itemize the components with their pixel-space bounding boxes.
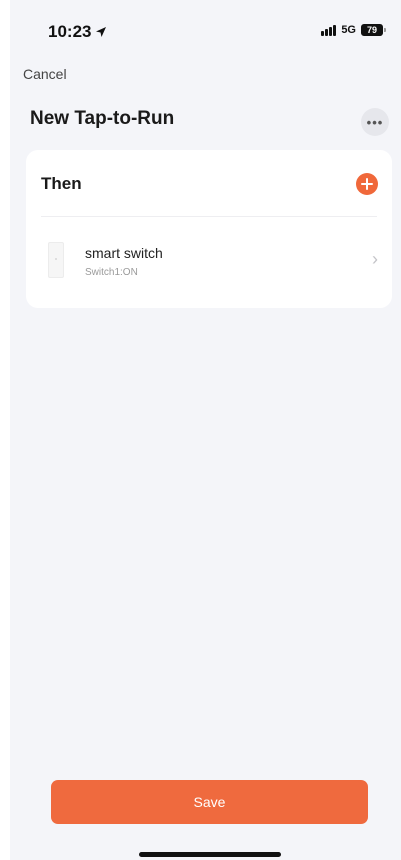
divider <box>41 216 377 217</box>
status-bar: 10:23 5G 79 <box>10 0 401 56</box>
network-label: 5G <box>341 24 356 36</box>
switch-device-icon <box>48 242 64 278</box>
save-button[interactable]: Save <box>51 780 368 824</box>
status-time-text: 10:23 <box>48 22 92 41</box>
status-indicators: 5G 79 <box>321 24 386 36</box>
home-indicator <box>139 852 281 857</box>
more-horizontal-icon: ••• <box>366 114 384 130</box>
battery-level: 79 <box>366 25 377 35</box>
battery-icon: 79 <box>361 24 386 36</box>
location-arrow-icon <box>96 27 107 37</box>
screen: 10:23 5G 79 Cancel New Tap-to-Run ••• Th… <box>10 0 401 860</box>
add-action-button[interactable] <box>356 173 378 195</box>
page-title: New Tap-to-Run <box>30 108 175 129</box>
chevron-right-icon: › <box>372 249 378 269</box>
action-detail: Switch1:ON <box>85 267 138 278</box>
action-item-smart-switch[interactable]: smart switch Switch1:ON › <box>26 230 392 290</box>
signal-icon <box>321 24 337 36</box>
status-time: 10:23 <box>48 22 107 42</box>
more-options-button[interactable]: ••• <box>361 108 389 136</box>
action-name: smart switch <box>85 245 163 261</box>
cancel-button[interactable]: Cancel <box>23 66 67 82</box>
then-section-title: Then <box>41 174 82 193</box>
then-card: Then smart switch Switch1:ON › <box>26 150 392 308</box>
